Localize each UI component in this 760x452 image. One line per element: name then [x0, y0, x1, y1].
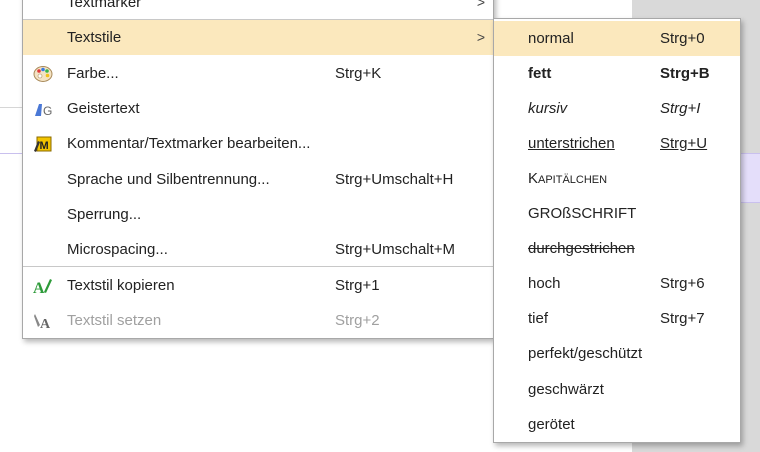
context-menu: Textmarker > Textstile > Farbe... Strg+K… — [22, 0, 494, 339]
submenu-item-perfekt-geschuetzt[interactable]: perfekt/geschützt — [494, 336, 740, 371]
menu-item-label: Kommentar/Textmarker bearbeiten... — [67, 135, 311, 152]
submenu-item-shortcut: Strg+7 — [660, 310, 705, 327]
submenu-item-label: gerötet — [528, 416, 575, 433]
menu-item-label: Sprache und Silbentrennung... — [67, 171, 270, 188]
submenu-item-geroetet[interactable]: gerötet — [494, 407, 740, 442]
submenu-item-shortcut: Strg+I — [660, 100, 701, 117]
menu-item-label: Textstil setzen — [67, 312, 162, 329]
menu-item-label: Textmarker — [67, 0, 142, 11]
submenu-item-label: durchgestrichen — [528, 240, 635, 257]
submenu-item-geschwaerzt[interactable]: geschwärzt — [494, 372, 740, 407]
menu-item-shortcut: Strg+1 — [335, 277, 380, 294]
background-divider — [0, 107, 22, 108]
menu-item-label: Farbe... — [67, 65, 119, 82]
submenu-item-label: perfekt/geschützt — [528, 345, 643, 362]
menu-item-label: Sperrung... — [67, 206, 142, 223]
ghost-text-icon: G — [33, 100, 53, 118]
menu-item-textmarker[interactable]: Textmarker > — [23, 0, 493, 20]
menu-item-textstile[interactable]: Textstile > — [23, 20, 493, 55]
menu-item-shortcut: Strg+Umschalt+M — [335, 241, 456, 258]
apply-style-icon: A — [33, 312, 53, 332]
submenu-item-unterstrichen[interactable]: unterstrichen Strg+U — [494, 126, 740, 161]
svg-text:M: M — [40, 140, 49, 152]
copy-style-icon: A — [33, 277, 53, 297]
menu-item-microspacing[interactable]: Microspacing... Strg+Umschalt+M — [23, 232, 493, 267]
comment-marker-icon: M — [33, 135, 53, 153]
submenu-item-label: fett — [528, 65, 552, 82]
submenu-item-label: normal — [528, 30, 574, 47]
background-selection-line — [0, 153, 22, 154]
menu-item-shortcut: Strg+Umschalt+H — [335, 171, 454, 188]
svg-text:G: G — [43, 104, 52, 118]
submenu-item-label: GROßSCHRIFT — [528, 205, 637, 222]
submenu-item-label: hoch — [528, 275, 561, 292]
palette-icon — [33, 65, 53, 83]
menu-item-label: Textstil kopieren — [67, 277, 175, 294]
chevron-right-icon: > — [476, 29, 485, 45]
submenu-item-shortcut: Strg+B — [660, 65, 710, 82]
submenu-item-tief[interactable]: tief Strg+7 — [494, 301, 740, 336]
menu-item-kommentar[interactable]: M Kommentar/Textmarker bearbeiten... — [23, 126, 493, 161]
submenu-item-shortcut: Strg+U — [660, 135, 708, 152]
menu-item-textstil-kopieren[interactable]: A Textstil kopieren Strg+1 — [23, 268, 493, 303]
svg-text:A: A — [33, 280, 45, 295]
submenu-item-label: geschwärzt — [528, 381, 604, 398]
submenu-item-hoch[interactable]: hoch Strg+6 — [494, 266, 740, 301]
menu-item-shortcut: Strg+K — [335, 65, 382, 82]
menu-item-sperrung[interactable]: Sperrung... — [23, 197, 493, 232]
menu-item-label: Geistertext — [67, 100, 140, 117]
submenu-item-label: unterstrichen — [528, 135, 615, 152]
menu-separator — [23, 266, 493, 267]
submenu-item-shortcut: Strg+0 — [660, 30, 705, 47]
chevron-right-icon: > — [476, 0, 485, 10]
submenu-item-label: kursiv — [528, 100, 568, 117]
submenu-item-label: Kapitälchen — [528, 170, 608, 187]
submenu-item-kursiv[interactable]: kursiv Strg+I — [494, 91, 740, 126]
menu-item-label: Microspacing... — [67, 241, 168, 258]
textstile-submenu: normal Strg+0 fett Strg+B kursiv Strg+I … — [493, 18, 741, 443]
menu-item-label: Textstile — [67, 29, 122, 46]
menu-item-shortcut: Strg+2 — [335, 312, 380, 329]
menu-item-farbe[interactable]: Farbe... Strg+K — [23, 56, 493, 91]
submenu-item-kapitaelchen[interactable]: Kapitälchen — [494, 161, 740, 196]
svg-text:A: A — [40, 317, 51, 330]
background-selection — [738, 153, 760, 203]
submenu-item-grossschrift[interactable]: GROßSCHRIFT — [494, 196, 740, 231]
menu-item-textstil-setzen[interactable]: A Textstil setzen Strg+2 — [23, 303, 493, 338]
menu-item-geistertext[interactable]: G Geistertext — [23, 91, 493, 126]
submenu-item-shortcut: Strg+6 — [660, 275, 705, 292]
submenu-item-normal[interactable]: normal Strg+0 — [494, 21, 740, 56]
submenu-item-fett[interactable]: fett Strg+B — [494, 56, 740, 91]
submenu-item-label: tief — [528, 310, 549, 327]
submenu-item-durchgestrichen[interactable]: durchgestrichen — [494, 231, 740, 266]
menu-item-sprache[interactable]: Sprache und Silbentrennung... Strg+Umsch… — [23, 162, 493, 197]
